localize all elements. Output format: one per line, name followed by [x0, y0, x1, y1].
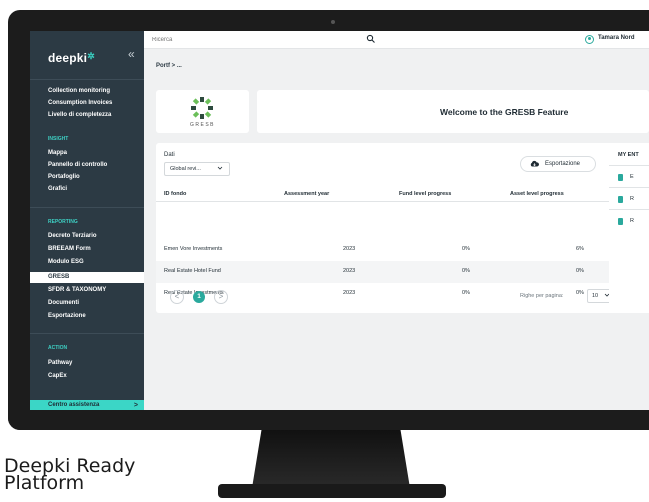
- cell-fund-progress: 0%: [462, 290, 470, 296]
- sidebar-item-gresb[interactable]: GRESB: [30, 272, 144, 283]
- sidebar-item-pathway[interactable]: Pathway: [30, 358, 144, 369]
- sidebar-section-insight: INSIGHT: [48, 136, 69, 142]
- sidebar-item-mappa[interactable]: Mappa: [30, 148, 144, 159]
- sidebar-item-decreto-terziario[interactable]: Decreto Terziario: [30, 231, 144, 242]
- export-label: Esportazione: [545, 161, 581, 167]
- page-1-button[interactable]: 1: [193, 291, 205, 303]
- dati-select-value: Global revi...: [170, 166, 201, 172]
- my-entities-panel: MY ENT E R R: [609, 143, 649, 313]
- entity-item[interactable]: R: [630, 218, 634, 224]
- next-page-button[interactable]: >: [214, 290, 228, 304]
- cell-asset-progress: 0%: [576, 268, 584, 274]
- sidebar-item-livello-completezza[interactable]: Livello di completezza: [30, 110, 144, 121]
- sidebar-divider: [30, 79, 144, 80]
- sparkle-icon: ✲: [87, 51, 95, 61]
- rows-per-page-value: 10: [592, 293, 599, 299]
- collapse-sidebar-icon[interactable]: «: [128, 47, 135, 61]
- gresb-logo-icon: [191, 97, 213, 119]
- entity-item[interactable]: R: [630, 196, 634, 202]
- building-icon: [618, 174, 623, 181]
- dati-label: Dati: [164, 152, 175, 158]
- sidebar-item-documenti[interactable]: Documenti: [30, 298, 144, 309]
- entity-item[interactable]: E: [630, 174, 634, 180]
- deepki-logo[interactable]: deepki✲: [48, 51, 95, 65]
- sidebar-section-action: ACTION: [48, 345, 68, 351]
- table-row[interactable]: Emen Vore Investments 2023 0% 6%: [156, 239, 621, 261]
- cell-fund: Emen Vore Investments: [164, 246, 223, 252]
- chevron-down-icon: [217, 166, 223, 170]
- rows-per-page-label: Righe per pagina:: [520, 293, 564, 299]
- sidebar-item-breeam-form[interactable]: BREEAM Form: [30, 244, 144, 255]
- gresb-logo-card: GRESB: [156, 90, 249, 133]
- sidebar-item-esportazione[interactable]: Esportazione: [30, 311, 144, 322]
- user-name[interactable]: Tamara Nord: [598, 35, 635, 41]
- cell-fund-progress: 0%: [462, 246, 470, 252]
- cloud-download-icon: [530, 160, 539, 167]
- camera-dot: [331, 20, 335, 24]
- panel-title: MY ENT: [618, 152, 639, 158]
- monitor-chin: [8, 410, 649, 430]
- header-divider: [156, 201, 621, 202]
- column-header-asset-progress[interactable]: Asset level progress: [510, 191, 564, 197]
- building-icon: [618, 196, 623, 203]
- cell-fund: Real Estate Hotel Fund: [164, 268, 221, 274]
- column-header-assessment-year[interactable]: Assessment year: [284, 191, 329, 197]
- column-header-fund-progress[interactable]: Fund level progress: [399, 191, 451, 197]
- user-avatar-icon[interactable]: [585, 35, 594, 44]
- top-bar: Tamara Nord: [144, 31, 649, 49]
- logo-text: deepki: [48, 51, 88, 65]
- panel-divider: [609, 187, 649, 188]
- assist-label: Centro assistenza: [48, 402, 100, 408]
- app-screen: deepki✲ « Collection monitoring Consumpt…: [30, 31, 649, 411]
- breadcrumb[interactable]: Portf > ...: [156, 63, 182, 69]
- sidebar-item-collection-monitoring[interactable]: Collection monitoring: [30, 86, 144, 97]
- sidebar-item-sfdr-taxonomy[interactable]: SFDR & TAXONOMY: [30, 285, 144, 296]
- cell-year: 2023: [343, 268, 356, 274]
- monitor-scene: deepki✲ « Collection monitoring Consumpt…: [0, 0, 649, 502]
- welcome-title: Welcome to the GRESB Feature: [440, 107, 569, 117]
- sidebar-item-modulo-esg[interactable]: Modulo ESG: [30, 257, 144, 268]
- gresb-wordmark: GRESB: [189, 122, 215, 128]
- cell-asset-progress: 0%: [576, 290, 584, 296]
- caption-text: Deepki Ready Platform: [4, 455, 136, 494]
- cell-asset-progress: 6%: [576, 246, 584, 252]
- cell-fund-progress: 0%: [462, 268, 470, 274]
- search-icon[interactable]: [366, 34, 376, 44]
- monitor-base: [218, 484, 446, 498]
- column-header-id-fondo[interactable]: ID fondo: [164, 191, 186, 197]
- dati-select[interactable]: Global revi...: [164, 162, 230, 176]
- building-icon: [618, 218, 623, 225]
- sidebar-divider: [30, 333, 144, 334]
- sidebar-item-grafici[interactable]: Grafici: [30, 184, 144, 195]
- export-button[interactable]: Esportazione: [520, 156, 596, 172]
- table-row[interactable]: Real Estate Hotel Fund 2023 0% 0%: [156, 261, 621, 283]
- welcome-card: Welcome to the GRESB Feature: [257, 90, 649, 133]
- sidebar-item-portafoglio[interactable]: Portafoglio: [30, 172, 144, 183]
- sidebar-item-pannello-controllo[interactable]: Pannello di controllo: [30, 160, 144, 171]
- cell-year: 2023: [343, 290, 356, 296]
- monitor-stand: [252, 430, 410, 488]
- sidebar: deepki✲ « Collection monitoring Consumpt…: [30, 31, 144, 411]
- sidebar-divider: [30, 207, 144, 208]
- funds-card: Dati Global revi... Esportazione ID fond…: [156, 143, 621, 313]
- panel-divider: [609, 165, 649, 166]
- sidebar-item-capex[interactable]: CapEx: [30, 371, 144, 382]
- cell-year: 2023: [343, 246, 356, 252]
- search-input[interactable]: [152, 34, 372, 46]
- prev-page-button[interactable]: <: [170, 290, 184, 304]
- sidebar-section-reporting: REPORTING: [48, 219, 78, 225]
- panel-divider: [609, 209, 649, 210]
- sidebar-item-consumption-invoices[interactable]: Consumption Invoices: [30, 98, 144, 109]
